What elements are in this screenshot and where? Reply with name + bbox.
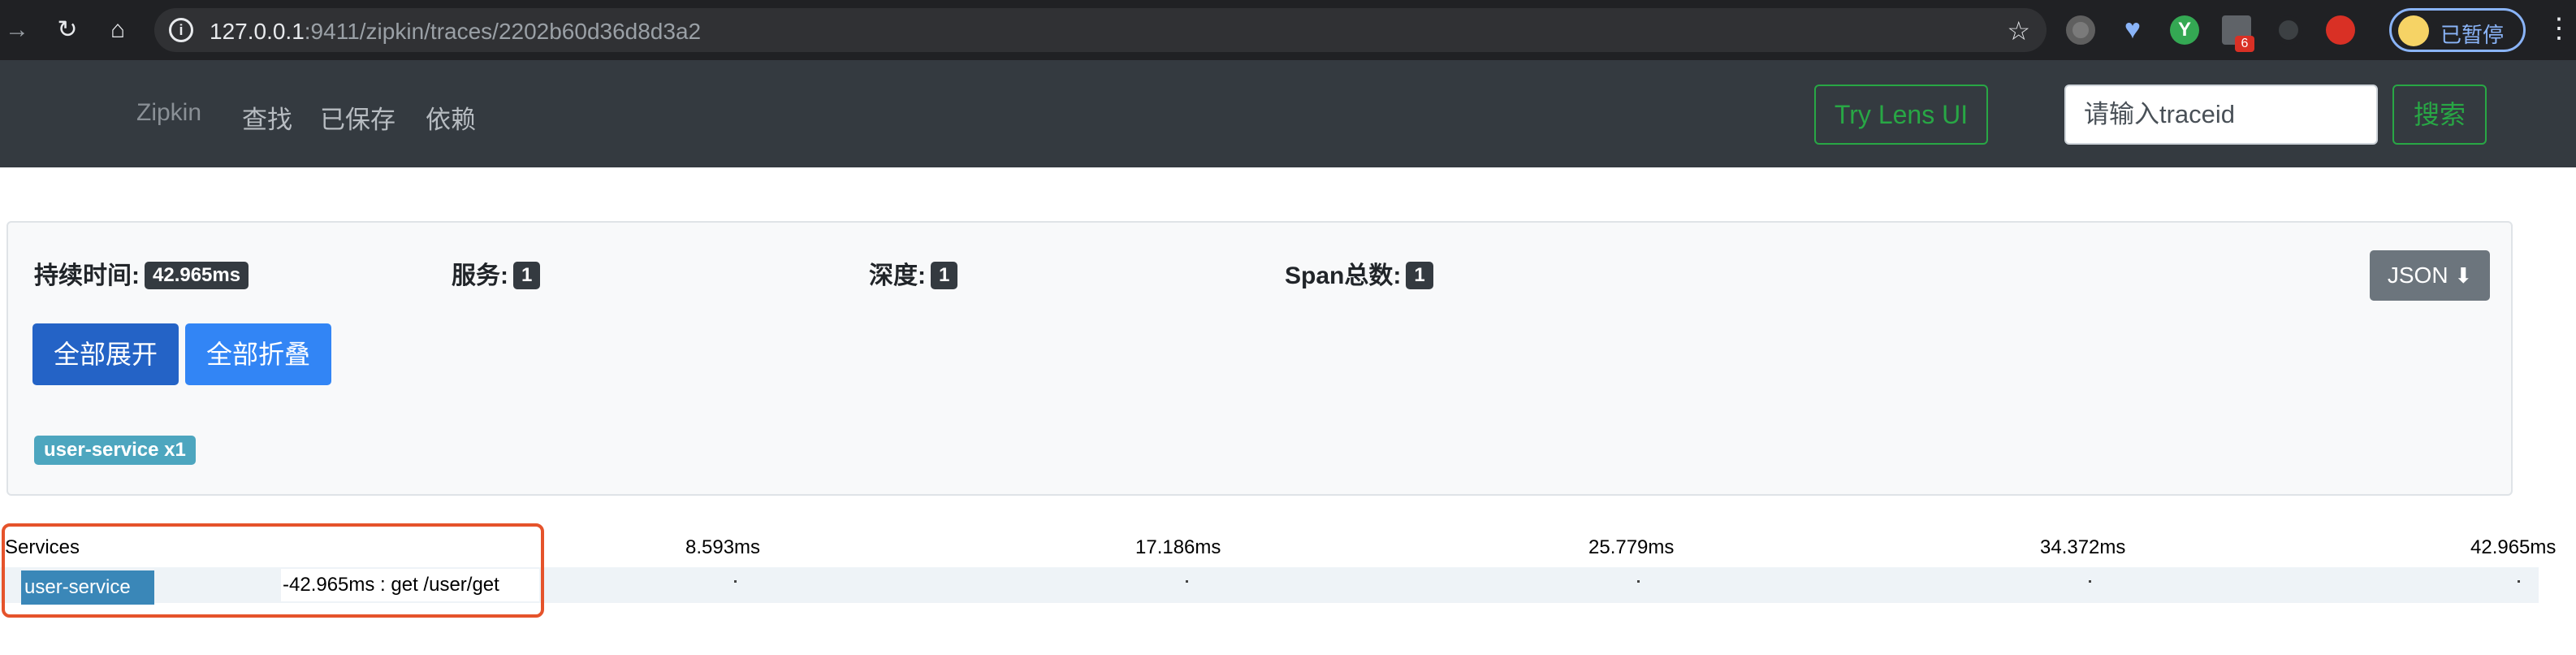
time-tick: 17.186ms: [1135, 536, 1221, 558]
tick-marker: [2518, 580, 2520, 583]
tick-marker: [734, 580, 737, 583]
time-tick: 42.965ms: [2470, 536, 2557, 558]
json-download-button[interactable]: JSON ⬇: [2370, 250, 2490, 301]
download-icon: ⬇: [2454, 263, 2473, 288]
yapi-extension-icon[interactable]: Y: [2170, 15, 2199, 45]
trace-summary-panel: 持续时间: 42.965ms 服务: 1 深度: 1 Span总数: 1 JSON ⬇ …: [6, 221, 2513, 496]
vue-devtools-icon[interactable]: ♥: [2118, 15, 2147, 45]
nav-saved[interactable]: 已保存: [320, 99, 395, 136]
spy-extension-icon[interactable]: [2274, 15, 2303, 45]
profile-status: 已暂停: [2440, 23, 2505, 47]
nav-dependencies[interactable]: 依赖: [426, 99, 476, 136]
search-button[interactable]: 搜索: [2392, 85, 2487, 145]
tick-marker: [1637, 580, 1640, 583]
duration-label: 持续时间:: [34, 262, 140, 289]
forward-icon[interactable]: →: [2, 15, 32, 46]
site-info-icon[interactable]: i: [169, 18, 193, 42]
address-url[interactable]: 127.0.0.1:9411/zipkin/traces/2202b60d36d…: [210, 19, 701, 45]
depth-label: 深度:: [869, 262, 926, 289]
profile-button[interactable]: 已暂停: [2389, 8, 2526, 52]
services-stat: 服务: 1: [452, 255, 541, 291]
screenshot-extension-icon[interactable]: [2326, 15, 2355, 45]
span-count-badge: 1: [1406, 262, 1433, 289]
try-lens-ui-button[interactable]: Try Lens UI: [1814, 85, 1988, 145]
collapse-all-button[interactable]: 全部折叠: [185, 323, 331, 385]
duration-stat: 持续时间: 42.965ms: [34, 255, 249, 291]
reload-icon[interactable]: ↻: [52, 15, 83, 46]
time-tick: 8.593ms: [685, 536, 761, 558]
bookmark-star-icon[interactable]: ☆: [2007, 15, 2030, 46]
brand-logo[interactable]: Zipkin: [136, 99, 201, 127]
tick-marker: [2089, 580, 2091, 583]
services-badge: 1: [513, 262, 541, 289]
depth-stat: 深度: 1: [869, 255, 958, 291]
home-icon[interactable]: ⌂: [102, 15, 133, 46]
service-filter-tag[interactable]: user-service x1: [34, 436, 196, 465]
avatar: [2398, 15, 2429, 46]
traceid-input[interactable]: [2064, 85, 2378, 145]
browser-toolbar: → ↻ ⌂ i 127.0.0.1:9411/zipkin/traces/220…: [0, 0, 2576, 60]
services-label: 服务:: [452, 262, 508, 289]
annotation-highlight-box: [2, 523, 544, 618]
duration-badge: 42.965ms: [145, 262, 249, 289]
time-tick: 34.372ms: [2040, 536, 2126, 558]
depth-badge: 1: [931, 262, 958, 289]
address-bar[interactable]: i 127.0.0.1:9411/zipkin/traces/2202b60d3…: [154, 8, 2047, 52]
span-count-label: Span总数:: [1285, 262, 1402, 289]
time-tick: 25.779ms: [1588, 536, 1675, 558]
expand-all-button[interactable]: 全部展开: [32, 323, 179, 385]
browser-menu-icon[interactable]: ⋮: [2545, 13, 2573, 44]
record-extension-icon[interactable]: [2066, 15, 2095, 45]
nav-find[interactable]: 查找: [242, 99, 292, 136]
span-count-stat: Span总数: 1: [1285, 255, 1433, 291]
tick-marker: [1186, 580, 1188, 583]
json-button-label: JSON: [2387, 262, 2448, 288]
extension-badge: 6: [2235, 36, 2254, 52]
